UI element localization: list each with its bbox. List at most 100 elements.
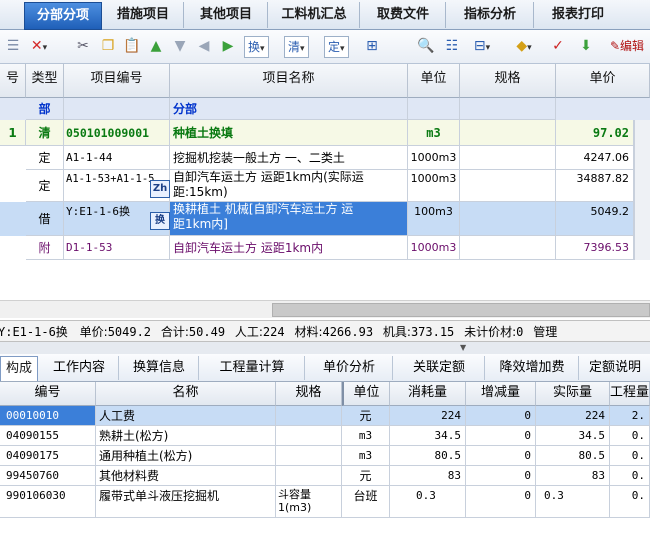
col-header-qty[interactable]: 消耗量: [390, 382, 466, 406]
col-header-unit[interactable]: 单位: [342, 382, 390, 406]
collapse-icon[interactable]: ▼: [460, 344, 470, 352]
tab-gongliaoji-huizong[interactable]: 工料机汇总: [269, 2, 360, 28]
tab-danjia-fenxi[interactable]: 单价分析: [306, 356, 393, 380]
table-row[interactable]: 定 A1-1-44 Bz 挖掘机挖装一般土方 一、二类土 1000m3 4247…: [0, 146, 650, 251]
row-name: 通用种植土(松方): [96, 446, 276, 466]
move-right-icon[interactable]: ▶: [218, 35, 238, 57]
row-unit: 元: [342, 406, 390, 426]
move-down-icon[interactable]: ▼: [170, 35, 190, 57]
level-icon[interactable]: ☷: [442, 35, 462, 57]
vertical-scrollbar[interactable]: [634, 120, 650, 260]
horizontal-scrollbar[interactable]: [0, 300, 650, 318]
tab-fenbu-fenxiang[interactable]: 分部分项: [24, 2, 102, 30]
row-name: 其他材料费: [96, 466, 276, 486]
row-name: 自卸汽车运土方 运距1km内(实际运 距:15km): [170, 170, 408, 202]
check-icon[interactable]: ✓: [548, 35, 568, 57]
col-header-unit[interactable]: 单位: [408, 64, 460, 98]
move-up-icon[interactable]: ▲: [146, 35, 166, 57]
row-code: A1-1-44: [64, 146, 170, 170]
row-spec: [460, 236, 556, 260]
main-tab-bar: 分部分项 措施项目 其他项目 工料机汇总 取费文件 指标分析 报表打印: [0, 0, 650, 30]
table-row[interactable]: 1 清 050101009001 种植土换填 m3 97.02: [0, 120, 650, 146]
edit-button[interactable]: ✎编辑: [604, 35, 650, 57]
col-header-eng[interactable]: 工程量: [610, 382, 650, 406]
format-icon[interactable]: ⊞: [362, 35, 382, 57]
col-header-price[interactable]: 单价: [556, 64, 650, 98]
download-icon[interactable]: ⬇: [576, 35, 596, 57]
tab-qufei-wenjian[interactable]: 取费文件: [361, 2, 446, 28]
zh-icon[interactable]: Zh: [150, 180, 170, 198]
tab-baobiao-dayin[interactable]: 报表打印: [535, 2, 621, 28]
col-header-code[interactable]: 项目编号: [64, 64, 170, 98]
row-type: 附: [26, 236, 64, 260]
row-eng: 0.: [610, 446, 650, 466]
expand-icon[interactable]: ⊟▾: [468, 35, 496, 57]
row-spec-line2: 1(m3): [278, 501, 312, 514]
paste-icon[interactable]: 📋: [122, 35, 142, 57]
table-row[interactable]: 部 分部: [0, 98, 650, 120]
row-spec: [276, 446, 342, 466]
row-spec: [460, 170, 556, 202]
tab-gongzuo-neirong[interactable]: 工作内容: [40, 356, 119, 380]
row-actual: 80.5: [536, 446, 610, 466]
cut-icon[interactable]: ✂: [74, 35, 92, 57]
row-price: 5049.2: [556, 202, 634, 236]
delete-icon[interactable]: ✕▾: [26, 35, 52, 57]
table-row[interactable]: 04090155 熟耕土(松方) m3 34.5 0 34.5 0.: [0, 426, 650, 446]
table-row[interactable]: 定 A1-1-53+A1-1-5 自卸汽车运土方 运距1km内(实际运 距:15…: [0, 170, 650, 202]
col-header-actual[interactable]: 实际量: [536, 382, 610, 406]
row-spec: [460, 146, 556, 170]
col-header-code[interactable]: 编号: [0, 382, 96, 406]
tab-goucheng[interactable]: 构成: [0, 356, 38, 381]
row-spec: [460, 202, 556, 236]
row-code: [64, 98, 170, 120]
tab-gongchengliang-jisuan[interactable]: 工程量计算: [200, 356, 305, 380]
insert-row-icon[interactable]: ☰: [4, 35, 22, 57]
toolbar: ☰ ✕▾ ✂ ❐ 📋 ▲ ▼ ◀ ▶ 换▾ 清▾ 定▾ ⊞ 🔍 ☷ ⊟▾ ◆▾ …: [0, 30, 650, 64]
col-header-type[interactable]: 类型: [26, 64, 64, 98]
qing-button[interactable]: 清▾: [284, 36, 309, 58]
row-qty: 34.5: [390, 426, 466, 446]
tab-guanlian-dinge[interactable]: 关联定额: [394, 356, 485, 380]
row-spec: [276, 466, 342, 486]
table-row[interactable]: 99450760 其他材料费 元 83 0 83 0.: [0, 466, 650, 486]
ding-button[interactable]: 定▾: [324, 36, 349, 58]
copy-icon[interactable]: ❐: [98, 35, 118, 57]
col-header-name[interactable]: 名称: [96, 382, 276, 406]
tab-huansuan-xinxi[interactable]: 换算信息: [120, 356, 199, 380]
table-row[interactable]: 00010010 人工费 元 224 0 224 2.: [0, 406, 650, 426]
huan-button[interactable]: 换▾: [244, 36, 269, 58]
move-left-icon[interactable]: ◀: [194, 35, 214, 57]
find-icon[interactable]: 🔍: [416, 35, 436, 57]
table-row[interactable]: 990106030 履带式单斗液压挖掘机 斗容量 1(m3) 台班 0.3 0 …: [0, 486, 650, 518]
row-actual: 0.3: [536, 486, 610, 518]
row-type: 部: [26, 98, 64, 120]
pane-splitter[interactable]: ▼: [0, 342, 650, 354]
table-row[interactable]: 附 D1-1-53 自卸汽车运土方 运距1km内 1000m3 7396.53: [0, 236, 650, 260]
col-header-spec[interactable]: 规格: [276, 382, 342, 406]
row-price: 4247.06: [556, 146, 634, 170]
row-price: 7396.53: [556, 236, 634, 260]
tab-jiangxiao-zengjiafei[interactable]: 降效增加费: [486, 356, 579, 380]
col-header-no[interactable]: 号: [0, 64, 26, 98]
tab-dinge-shuoming[interactable]: 定额说明: [580, 356, 650, 380]
table-row[interactable]: 04090175 通用种植土(松方) m3 80.5 0 80.5 0.: [0, 446, 650, 466]
row-price: 97.02: [556, 120, 634, 146]
tab-qita-xiangmu[interactable]: 其他项目: [185, 2, 268, 28]
tab-zhibiao-fenxi[interactable]: 指标分析: [447, 2, 534, 28]
col-header-spec[interactable]: 规格: [460, 64, 556, 98]
row-spec: 斗容量 1(m3): [276, 486, 342, 518]
row-delta: 0: [466, 486, 536, 518]
row-delta: 0: [466, 426, 536, 446]
status-material-label: 材料:: [294, 325, 323, 339]
table-row[interactable]: 借 Y:E1-1-6换 换耕植土 机械[自卸汽车运土方 运 距1km内] 100…: [0, 202, 650, 236]
col-header-delta[interactable]: 增减量: [466, 382, 536, 406]
row-qty: 224: [390, 406, 466, 426]
col-header-name[interactable]: 项目名称: [170, 64, 408, 98]
row-name[interactable]: 换耕植土 机械[自卸汽车运土方 运 距1km内]: [170, 202, 408, 236]
tab-cuoshi-xiangmu[interactable]: 措施项目: [103, 2, 184, 28]
color-fill-icon[interactable]: ◆▾: [510, 35, 538, 57]
scrollbar-thumb[interactable]: [272, 303, 650, 317]
row-name-line1: 换耕植土 机械[自卸汽车运土方 运: [173, 202, 354, 216]
huan-icon[interactable]: 换: [150, 212, 170, 230]
